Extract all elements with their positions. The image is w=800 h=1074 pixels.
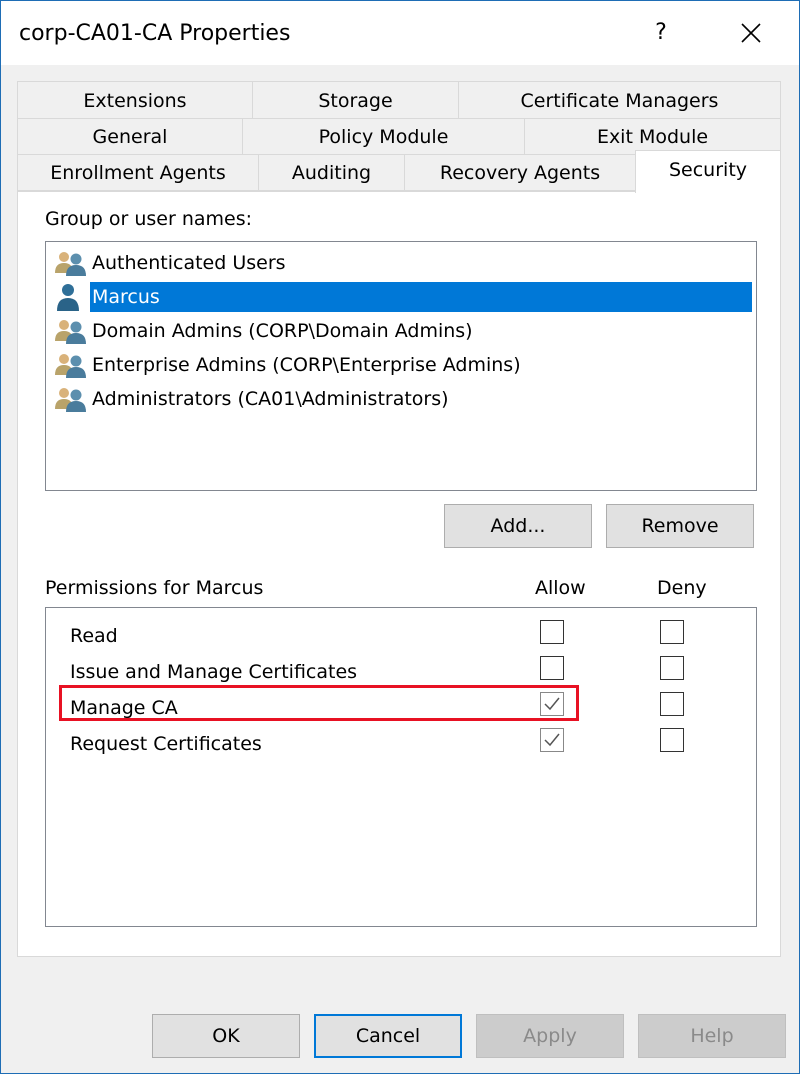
group-icon xyxy=(54,349,90,381)
tab-policy-module[interactable]: Policy Module xyxy=(242,118,525,155)
tab-label: Enrollment Agents xyxy=(50,162,226,184)
user-name: Marcus xyxy=(90,282,752,312)
user-icon xyxy=(54,281,90,313)
allow-column-header: Allow xyxy=(535,577,586,599)
cancel-button[interactable]: Cancel xyxy=(314,1014,462,1058)
read-allow-checkbox[interactable] xyxy=(540,620,564,644)
tab-label: Storage xyxy=(318,90,393,112)
permission-row-request-certificates: Request Certificates xyxy=(46,726,756,762)
tab-label: Certificate Managers xyxy=(520,90,719,112)
tab-general[interactable]: General xyxy=(17,118,243,155)
permissions-list: Read Issue and Manage Certificates Manag… xyxy=(45,607,757,927)
tab-label: Policy Module xyxy=(318,126,449,148)
ok-button[interactable]: OK xyxy=(152,1014,300,1058)
tab-label: Security xyxy=(668,159,748,181)
list-item-authenticated-users[interactable]: Authenticated Users xyxy=(54,247,752,279)
title-bar: corp-CA01-CA Properties ? xyxy=(1,1,799,65)
permission-label: Manage CA xyxy=(70,697,178,719)
read-deny-checkbox[interactable] xyxy=(660,620,684,644)
close-icon xyxy=(741,23,761,43)
group-user-names-label: Group or user names: xyxy=(45,208,253,230)
issue-manage-allow-checkbox[interactable] xyxy=(540,656,564,680)
permission-label: Read xyxy=(70,625,118,647)
permission-row-issue-manage: Issue and Manage Certificates xyxy=(46,654,756,690)
tab-label: Auditing xyxy=(291,162,372,184)
list-item-enterprise-admins[interactable]: Enterprise Admins (CORP\Enterprise Admin… xyxy=(54,349,752,381)
checkmark-icon xyxy=(544,733,560,747)
tab-label: General xyxy=(92,126,168,148)
manage-ca-allow-checkbox[interactable] xyxy=(540,692,564,716)
close-button[interactable] xyxy=(725,13,777,53)
user-list[interactable]: Authenticated Users Marcus Domain Admins… xyxy=(45,241,757,491)
tab-security[interactable]: Security xyxy=(635,150,781,193)
tab-label: Recovery Agents xyxy=(439,162,601,184)
help-title-button[interactable]: ? xyxy=(641,15,681,51)
properties-dialog: corp-CA01-CA Properties ? Extensions Sto… xyxy=(0,0,800,1074)
user-name: Domain Admins (CORP\Domain Admins) xyxy=(92,320,473,342)
tab-auditing[interactable]: Auditing xyxy=(258,154,405,191)
group-icon xyxy=(54,383,90,415)
permissions-for-label: Permissions for Marcus xyxy=(45,577,264,599)
window-title: corp-CA01-CA Properties xyxy=(19,21,291,46)
list-item-domain-admins[interactable]: Domain Admins (CORP\Domain Admins) xyxy=(54,315,752,347)
tab-label: Extensions xyxy=(83,90,187,112)
permission-row-read: Read xyxy=(46,618,756,654)
tab-storage[interactable]: Storage xyxy=(252,81,459,119)
group-icon xyxy=(54,247,90,279)
list-item-marcus[interactable]: Marcus xyxy=(54,281,752,313)
request-certificates-deny-checkbox[interactable] xyxy=(660,728,684,752)
list-item-administrators[interactable]: Administrators (CA01\Administrators) xyxy=(54,383,752,415)
remove-button[interactable]: Remove xyxy=(606,504,754,548)
user-name: Enterprise Admins (CORP\Enterprise Admin… xyxy=(92,354,521,376)
checkmark-icon xyxy=(544,697,560,711)
deny-column-header: Deny xyxy=(657,577,707,599)
permission-label: Issue and Manage Certificates xyxy=(70,661,358,683)
permission-label: Request Certificates xyxy=(70,733,262,755)
user-name: Administrators (CA01\Administrators) xyxy=(92,388,449,410)
add-button[interactable]: Add... xyxy=(444,504,592,548)
group-icon xyxy=(54,315,90,347)
manage-ca-deny-checkbox[interactable] xyxy=(660,692,684,716)
tab-enrollment-agents[interactable]: Enrollment Agents xyxy=(17,154,259,191)
request-certificates-allow-checkbox[interactable] xyxy=(540,728,564,752)
permission-row-manage-ca: Manage CA xyxy=(46,690,756,726)
tab-extensions[interactable]: Extensions xyxy=(17,81,253,119)
issue-manage-deny-checkbox[interactable] xyxy=(660,656,684,680)
help-button[interactable]: Help xyxy=(638,1014,786,1058)
tab-recovery-agents[interactable]: Recovery Agents xyxy=(404,154,636,191)
apply-button[interactable]: Apply xyxy=(476,1014,624,1058)
tab-certificate-managers[interactable]: Certificate Managers xyxy=(458,81,781,119)
user-name: Authenticated Users xyxy=(92,252,286,274)
